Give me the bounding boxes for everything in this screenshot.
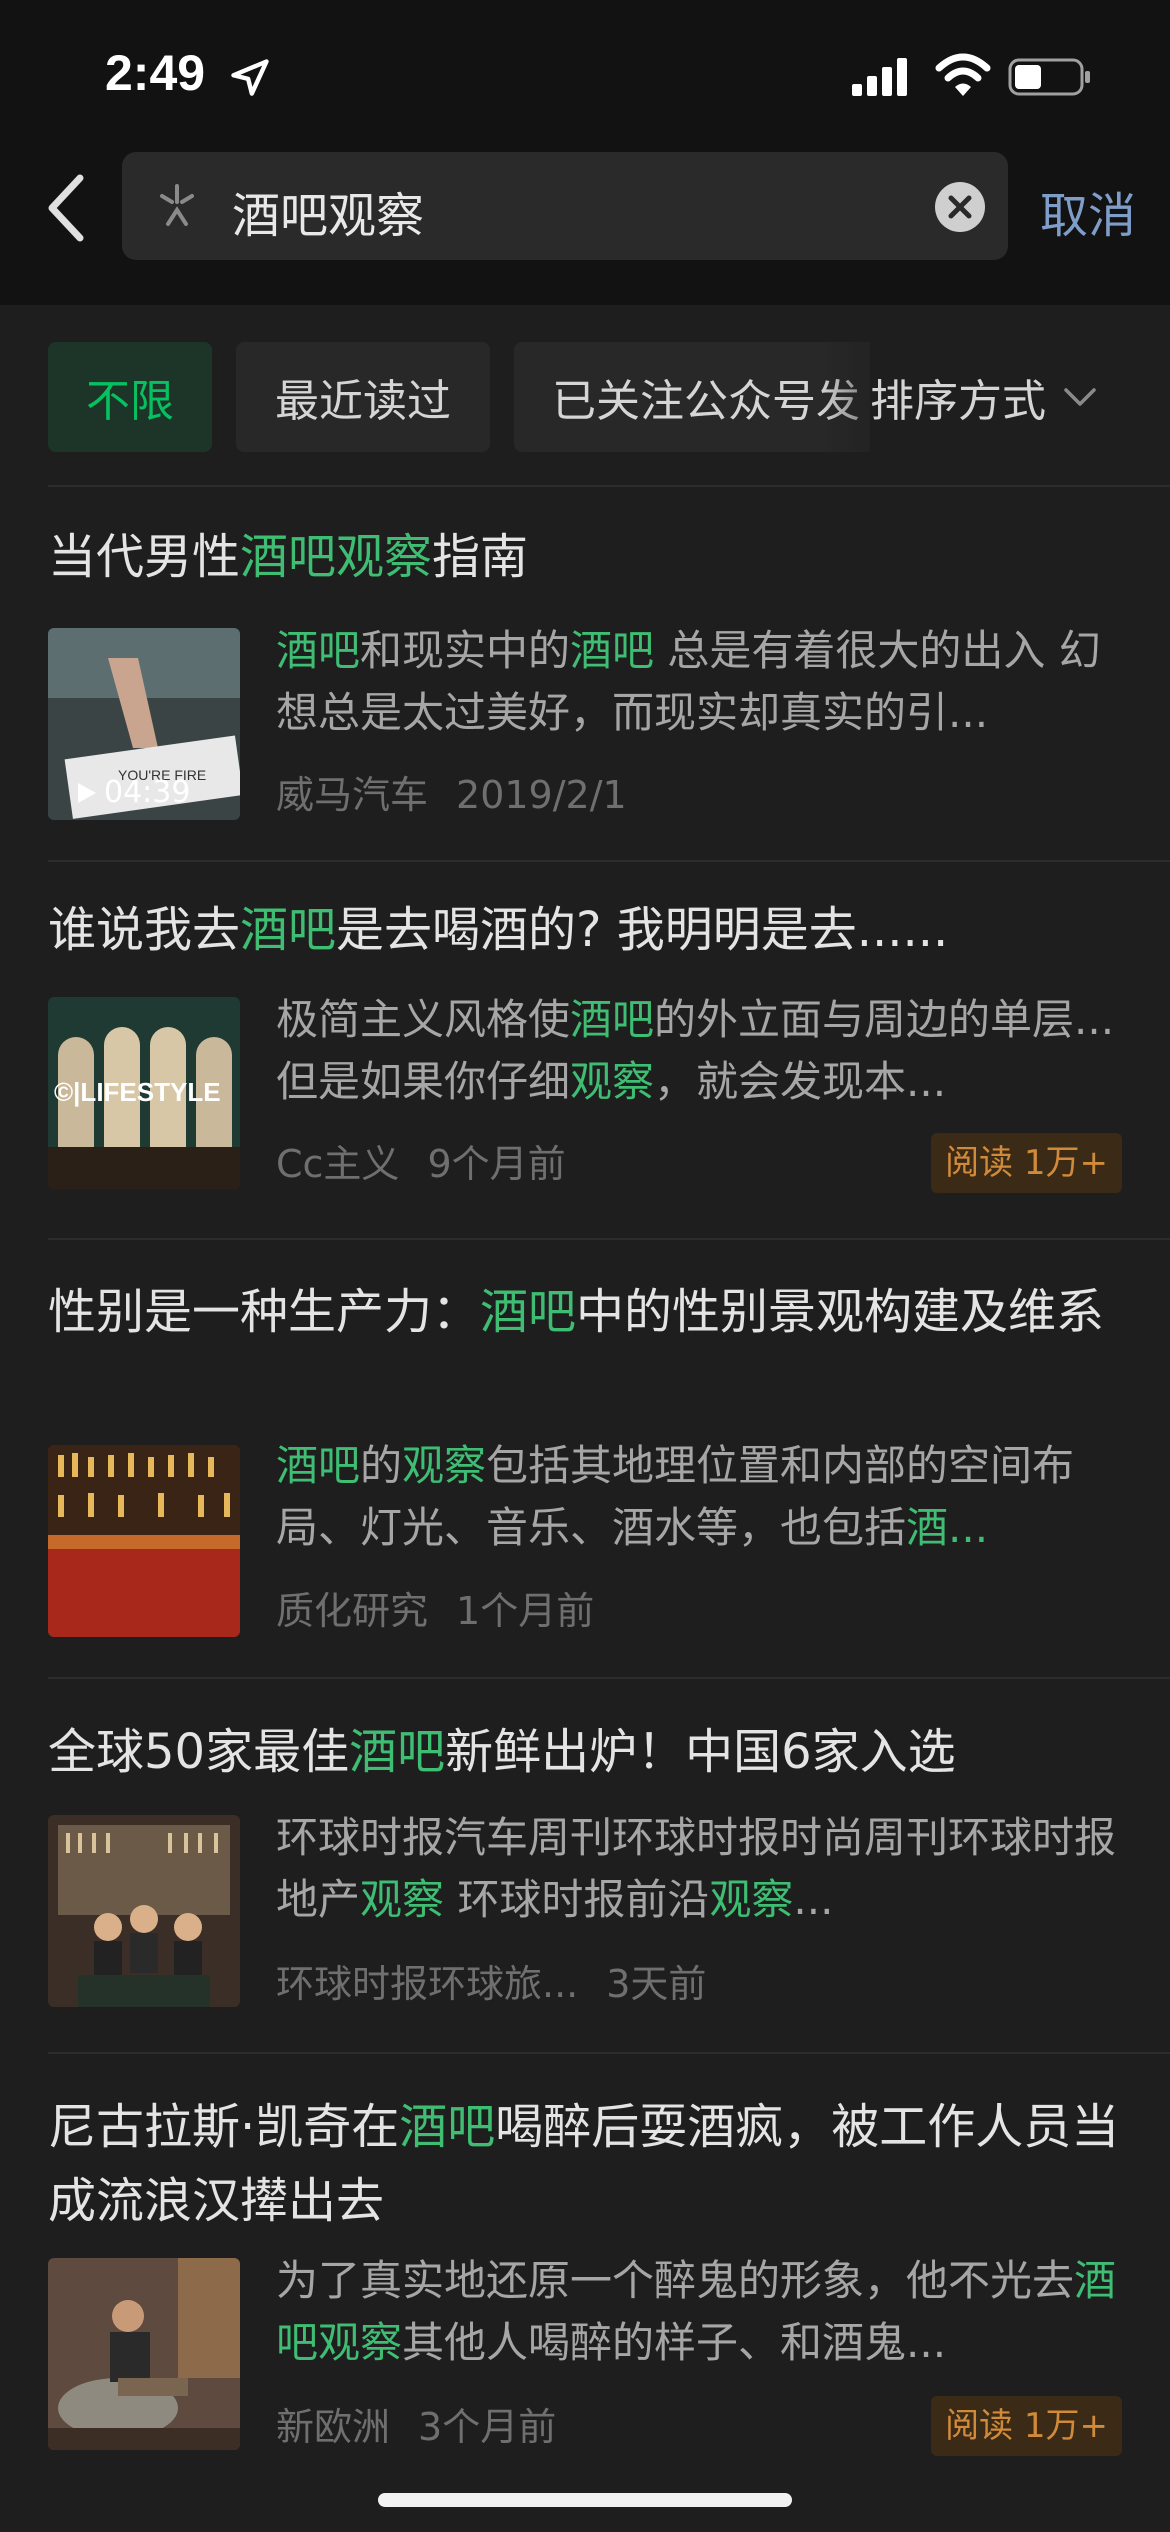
result-item[interactable]: 全球50家最佳酒吧新鲜出炉！中国6家入选 环球时报汽车周刊环球时报时尚周刊环球时… bbox=[48, 1715, 1122, 2055]
cancel-button[interactable]: 取消 bbox=[1040, 176, 1136, 246]
result-meta: 环球时报环球旅... 3天前 bbox=[276, 1953, 706, 2008]
result-title: 谁说我去酒吧是去喝酒的? 我明明是去...... bbox=[48, 893, 1122, 967]
result-snippet: 为了真实地还原一个醉鬼的形象，他不光去酒吧观察其他人喝醉的样子、和酒鬼... bbox=[276, 2250, 1122, 2374]
divider bbox=[48, 485, 1170, 487]
highlighted-keyword: 观察 bbox=[360, 1875, 445, 1924]
text-segment: 全球50家最佳 bbox=[48, 1724, 350, 1780]
battery-icon bbox=[1008, 58, 1090, 96]
result-thumbnail bbox=[48, 1815, 240, 2007]
result-item[interactable]: 当代男性酒吧观察指南 YOU'RE FIRE 04:39 酒吧和现实中的酒吧 总… bbox=[48, 520, 1122, 860]
highlighted-keyword: 酒吧 bbox=[570, 626, 655, 675]
highlighted-keyword: 酒吧 bbox=[276, 626, 361, 675]
result-date: 3天前 bbox=[606, 1962, 707, 2006]
chevron-down-icon bbox=[1064, 388, 1096, 406]
text-segment: 为了真实地还原一个醉鬼的形象，他不光去 bbox=[276, 2256, 1075, 2305]
result-item[interactable]: 尼古拉斯·凯奇在酒吧喝醉后耍酒疯，被工作人员当成流浪汉撵出去 为了真实地还原一个… bbox=[48, 2090, 1122, 2510]
text-segment: 和现实中的 bbox=[360, 626, 571, 675]
highlighted-keyword: 酒吧 bbox=[570, 995, 655, 1044]
result-meta: 质化研究 1个月前 bbox=[276, 1580, 594, 1635]
result-thumbnail: YOU'RE FIRE 04:39 bbox=[48, 628, 240, 820]
text-segment: 环球时报前沿 bbox=[444, 1875, 710, 1924]
result-item[interactable]: 谁说我去酒吧是去喝酒的? 我明明是去...... ©|LIFESTYLE 极简主… bbox=[48, 893, 1122, 1233]
highlighted-keyword: 酒... bbox=[906, 1503, 989, 1552]
video-duration: 04:39 bbox=[76, 775, 190, 810]
result-thumbnail: ©|LIFESTYLE bbox=[48, 997, 240, 1189]
wifi-icon bbox=[935, 53, 991, 96]
result-source[interactable]: 质化研究 bbox=[276, 1589, 428, 1633]
result-thumbnail bbox=[48, 1445, 240, 1637]
highlighted-keyword: 观察 bbox=[709, 1875, 794, 1924]
divider bbox=[48, 1238, 1170, 1240]
clear-search-button[interactable] bbox=[934, 181, 986, 233]
result-title: 当代男性酒吧观察指南 bbox=[48, 520, 1122, 594]
play-icon bbox=[78, 782, 96, 803]
highlighted-keyword: 酒吧观察 bbox=[240, 529, 433, 585]
text-segment: 当代男性 bbox=[48, 529, 241, 585]
result-date: 1个月前 bbox=[456, 1589, 595, 1633]
read-count-badge: 阅读 1万+ bbox=[931, 2396, 1122, 2456]
ai-search-icon bbox=[160, 184, 194, 226]
text-segment: 指南 bbox=[432, 529, 529, 585]
result-thumbnail bbox=[48, 2258, 240, 2450]
text-segment: 极简主义风格使 bbox=[276, 995, 571, 1044]
divider bbox=[48, 2052, 1170, 2054]
result-date: 9个月前 bbox=[427, 1142, 566, 1186]
highlighted-keyword: 观察 bbox=[570, 1057, 655, 1106]
thumbnail-image bbox=[48, 1815, 240, 2007]
result-meta: 威马汽车 2019/2/1 bbox=[276, 764, 627, 819]
home-indicator bbox=[378, 2493, 792, 2507]
highlighted-keyword: 酒吧 bbox=[349, 1724, 446, 1780]
result-snippet: 酒吧和现实中的酒吧 总是有着很大的出入 幻想总是太过美好，而现实却真实的引... bbox=[276, 620, 1122, 744]
result-title: 性别是一种生产力：酒吧中的性别景观构建及维系 bbox=[48, 1275, 1122, 1349]
filter-chip-all[interactable]: 不限 bbox=[48, 342, 212, 452]
text-segment: 的 bbox=[360, 1441, 403, 1490]
thumbnail-image bbox=[48, 1445, 240, 1637]
highlighted-keyword: 观察 bbox=[402, 1441, 487, 1490]
text-segment: ... bbox=[793, 1875, 834, 1924]
result-source[interactable]: 威马汽车 bbox=[276, 773, 428, 817]
result-source[interactable]: 环球时报环球旅... bbox=[276, 1962, 578, 2006]
highlighted-keyword: 酒吧 bbox=[240, 902, 337, 958]
search-query[interactable]: 酒吧观察 bbox=[232, 176, 424, 246]
result-title: 全球50家最佳酒吧新鲜出炉！中国6家入选 bbox=[48, 1715, 1122, 1789]
text-segment: 其他人喝醉的样子、和酒鬼... bbox=[402, 2318, 947, 2367]
result-snippet: 极简主义风格使酒吧的外立面与周边的单层...但是如果你仔细观察，就会发现本... bbox=[276, 989, 1122, 1113]
text-segment: 性别是一种生产力： bbox=[48, 1284, 481, 1340]
text-segment: 新鲜出炉！中国6家入选 bbox=[445, 1724, 956, 1780]
sort-button[interactable]: 排序方式 bbox=[870, 342, 1100, 452]
text-segment: ，就会发现本... bbox=[654, 1057, 947, 1106]
result-meta: Cc主义 9个月前 bbox=[276, 1133, 566, 1188]
divider bbox=[48, 860, 1170, 862]
highlighted-keyword: 酒吧 bbox=[276, 1441, 361, 1490]
status-time: 2:49 bbox=[105, 45, 206, 101]
thumbnail-image: ©|LIFESTYLE bbox=[48, 997, 240, 1189]
result-date: 3个月前 bbox=[418, 2405, 557, 2449]
divider bbox=[48, 1677, 1170, 1679]
read-count-badge: 阅读 1万+ bbox=[931, 1133, 1122, 1193]
result-source[interactable]: 新欧洲 bbox=[276, 2405, 390, 2449]
back-button[interactable] bbox=[40, 172, 88, 244]
highlighted-keyword: 酒吧 bbox=[399, 2099, 496, 2155]
thumbnail-caption: ©|LIFESTYLE bbox=[54, 1077, 221, 1107]
filter-chip-recently-read[interactable]: 最近读过 bbox=[236, 342, 490, 452]
result-title: 尼古拉斯·凯奇在酒吧喝醉后耍酒疯，被工作人员当成流浪汉撵出去 bbox=[48, 2090, 1122, 2238]
sort-label: 排序方式 bbox=[870, 376, 1046, 427]
text-segment: 尼古拉斯·凯奇在 bbox=[48, 2099, 400, 2155]
result-meta: 新欧洲 3个月前 bbox=[276, 2396, 556, 2451]
text-segment: 谁说我去 bbox=[48, 902, 241, 958]
highlighted-keyword: 酒吧 bbox=[480, 1284, 577, 1340]
location-arrow-icon bbox=[231, 59, 269, 96]
result-item[interactable]: 性别是一种生产力：酒吧中的性别景观构建及维系 酒吧的观察包括其地理位置和内部的空… bbox=[48, 1275, 1122, 1675]
thumbnail-image bbox=[48, 2258, 240, 2450]
text-segment: 是去喝酒的? 我明明是去...... bbox=[336, 902, 949, 958]
result-snippet: 酒吧的观察包括其地理位置和内部的空间布局、灯光、音乐、酒水等，也包括酒... bbox=[276, 1435, 1122, 1559]
cellular-signal-icon bbox=[852, 58, 907, 96]
result-date: 2019/2/1 bbox=[456, 773, 627, 817]
result-snippet: 环球时报汽车周刊环球时报时尚周刊环球时报地产观察 环球时报前沿观察... bbox=[276, 1807, 1122, 1931]
text-segment: 中的性别景观构建及维系 bbox=[576, 1284, 1105, 1340]
result-source[interactable]: Cc主义 bbox=[276, 1142, 399, 1186]
